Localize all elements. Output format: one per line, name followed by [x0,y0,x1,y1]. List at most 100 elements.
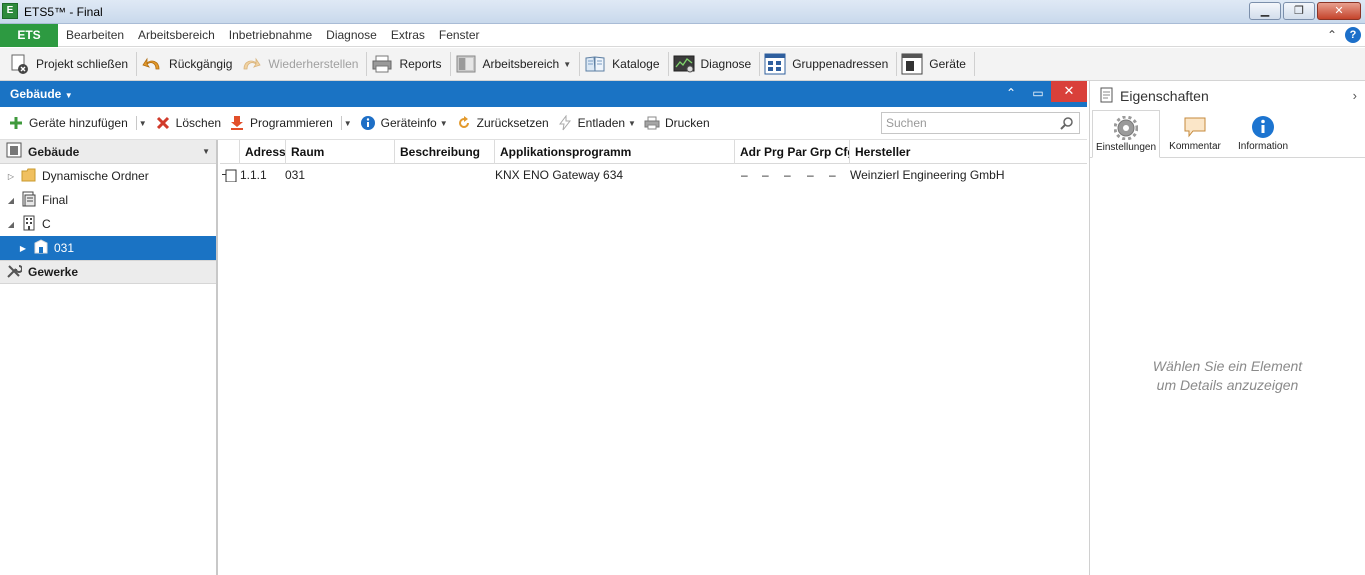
tab-comment[interactable]: Kommentar [1164,110,1226,158]
panel-collapse-icon[interactable]: ⌃ [1000,81,1022,107]
catalog-icon [584,53,606,75]
title-bar: E ETS5™ - Final ▁ ❐ ✕ [0,0,1365,24]
properties-icon [1100,87,1114,106]
redo-icon [240,53,262,75]
panel-close-button[interactable]: ✕ [1051,81,1087,102]
close-icon: ✕ [1334,5,1344,17]
tree-item-gewerke[interactable]: Gewerke [0,260,216,284]
panel-dropdown-icon: ▼ [64,91,73,100]
minimize-button[interactable]: ▁ [1249,2,1281,20]
unload-button[interactable]: Entladen ▼ [555,111,642,135]
group-addresses-button[interactable]: Gruppenadressen [762,50,894,78]
panel-title[interactable]: Gebäude ▼ [10,87,73,101]
menu-inbetriebnahme[interactable]: Inbetriebnahme [229,24,312,47]
tab-settings[interactable]: Einstellungen [1092,110,1160,158]
tree-item-031[interactable]: ▶ 031 [0,236,216,260]
chevron-right-icon[interactable]: › [1353,88,1357,103]
column-select[interactable] [220,140,240,164]
close-window-button[interactable]: ✕ [1317,2,1361,20]
panel-maximize-icon[interactable]: ▭ [1027,81,1049,107]
table-header: Adresse Raum Beschreibung Applikationspr… [220,140,1087,164]
print-button[interactable]: Drucken [642,111,716,135]
ets-menu-button[interactable]: ETS [0,24,58,47]
device-icon [222,168,238,182]
dropdown-arrow-icon: ▼ [439,118,448,128]
diagnostics-icon [673,53,695,75]
panel-title-bar: Gebäude ▼ ⌃ ▭ ✕ [0,81,1087,107]
dropdown-arrow-icon: ▼ [138,118,147,128]
lightning-icon [557,114,573,131]
menu-extras[interactable]: Extras [391,24,425,47]
restore-icon: ❐ [1294,5,1304,17]
cell-address: 1.1.1 [240,168,267,182]
ets-app-icon[interactable]: E [2,3,18,19]
program-dropdown[interactable]: ▼ [344,111,358,135]
cell-flag-adr: – [741,168,748,182]
collapse-ribbon-icon[interactable]: ⌃ [1327,28,1337,42]
expander-icon[interactable]: ▷ [6,172,16,181]
cell-room: 031 [285,168,306,182]
search-icon[interactable] [1060,116,1074,130]
close-project-button[interactable]: Projekt schließen [6,50,134,78]
dropdown-arrow-icon: ▼ [628,118,636,128]
expander-icon[interactable]: ◢ [6,220,16,229]
tree-item-final[interactable]: ◢ Final [0,188,216,212]
room-icon [33,238,49,258]
column-header-address[interactable]: Adresse [240,140,286,164]
column-header-flags[interactable]: Adr Prg Par Grp Cfg [735,140,850,164]
workspace-button[interactable]: Arbeitsbereich ▼ [453,50,578,78]
minimize-icon: ▁ [1260,5,1270,17]
diagnostics-button[interactable]: Diagnose [671,50,758,78]
tree-header[interactable]: Gebäude ▼ [0,140,216,164]
device-table: Adresse Raum Beschreibung Applikationspr… [220,140,1087,575]
project-icon [21,191,37,210]
workspace-icon [455,53,477,75]
column-header-application[interactable]: Applikationsprogramm [495,140,735,164]
properties-tabs: Einstellungen Kommentar Information [1090,110,1365,158]
ribbon-separator [366,52,368,76]
ribbon-separator [449,52,451,76]
table-row[interactable]: 1.1.1 031 KNX ENO Gateway 634 – – – – – … [220,164,1087,186]
properties-panel: Eigenschaften › Einstellungen Kommentar … [1089,81,1365,575]
add-devices-button[interactable]: Geräte hinzufügen [6,111,134,135]
redo-button[interactable]: Wiederherstellen [238,50,364,78]
cell-flag-grp: – [807,168,814,182]
column-header-manufacturer[interactable]: Hersteller [850,140,1087,164]
column-header-room[interactable]: Raum [286,140,395,164]
ribbon-separator [973,52,975,76]
tree-item-c[interactable]: ◢ C [0,212,216,236]
reset-button[interactable]: Zurücksetzen [454,111,555,135]
search-input[interactable] [882,113,1052,133]
cell-flag-prg: – [762,168,769,182]
cell-flag-cfg: – [829,168,836,182]
undo-button[interactable]: Rückgängig [139,50,238,78]
ribbon-toolbar: Projekt schließen Rückgängig Wiederherst… [0,48,1365,81]
expander-icon[interactable]: ▶ [18,244,28,253]
add-devices-dropdown[interactable]: ▼ [139,111,153,135]
menu-diagnose[interactable]: Diagnose [326,24,377,47]
tree-item-dynamic-folders[interactable]: ▷ Dynamische Ordner [0,164,216,188]
menu-fenster[interactable]: Fenster [439,24,480,47]
properties-header: Eigenschaften › [1090,81,1365,111]
devices-button[interactable]: Geräte [899,50,972,78]
menu-right: ⌃ ? [1327,27,1361,43]
ribbon-separator [136,52,138,76]
menu-bearbeiten[interactable]: Bearbeiten [66,24,124,47]
device-info-button[interactable]: Geräteinfo ▼ [358,111,454,135]
column-header-description[interactable]: Beschreibung [395,140,495,164]
reports-button[interactable]: Reports [369,50,447,78]
menu-arbeitsbereich[interactable]: Arbeitsbereich [138,24,215,47]
program-icon [229,115,245,131]
dropdown-arrow-icon: ▼ [343,118,352,128]
help-icon[interactable]: ? [1345,27,1361,43]
program-button[interactable]: Programmieren [227,111,339,135]
expander-icon[interactable]: ◢ [6,196,16,205]
panel-toolbar: Geräte hinzufügen ▼ Löschen Programmiere… [0,107,1087,140]
devices-icon [901,53,923,75]
info-icon [1251,115,1275,139]
delete-button[interactable]: Löschen [153,111,227,135]
catalogs-button[interactable]: Kataloge [582,50,665,78]
menu-bar: ETS Bearbeiten Arbeitsbereich Inbetriebn… [0,24,1365,47]
tab-information[interactable]: Information [1230,110,1296,158]
restore-button[interactable]: ❐ [1283,2,1315,20]
